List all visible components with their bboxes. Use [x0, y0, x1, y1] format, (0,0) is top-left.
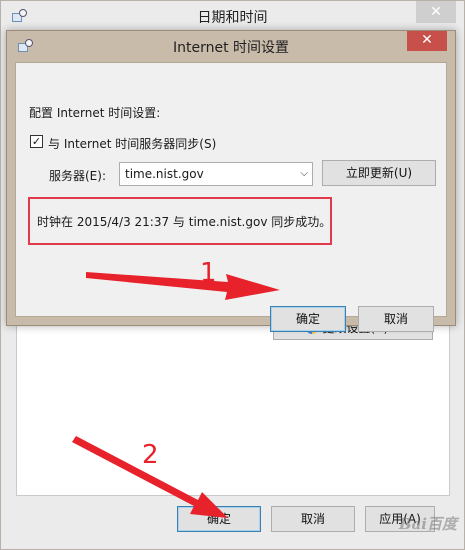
dialog-client-area: 配置 Internet 时间设置: ✓ 与 Internet 时间服务器同步(S… [15, 62, 447, 332]
sync-checkbox[interactable]: ✓ [30, 135, 43, 148]
dialog-ok-button[interactable]: 确定 [270, 306, 346, 332]
dialog-title: Internet 时间设置 [172, 40, 290, 56]
sync-checkbox-label: 与 Internet 时间服务器同步(S) [48, 137, 217, 151]
step-1-label: 1 [200, 258, 217, 288]
update-now-button[interactable]: 立即更新(U) [322, 160, 436, 186]
dialog-cancel-button[interactable]: 取消 [358, 306, 434, 332]
window-ok-button[interactable]: 确定 [177, 506, 261, 532]
close-icon[interactable]: ✕ [407, 31, 447, 51]
window-cancel-button[interactable]: 取消 [271, 506, 355, 532]
watermark: Bai百度 [398, 515, 457, 533]
window-titlebar: 日期和时间 ✕ [1, 1, 464, 33]
dialog-heading: 配置 Internet 时间设置: [29, 106, 161, 120]
dialog-titlebar: Internet 时间设置 ✕ [7, 31, 455, 61]
server-select[interactable]: time.nist.gov ⌵ [119, 162, 313, 186]
server-select-value: time.nist.gov [125, 167, 204, 181]
internet-time-dialog: Internet 时间设置 ✕ 配置 Internet 时间设置: ✓ 与 In… [6, 30, 456, 332]
chevron-down-icon: ⌵ [300, 168, 308, 179]
sync-status-message: 时钟在 2015/4/3 21:37 与 time.nist.gov 同步成功。 [37, 215, 332, 229]
server-label: 服务器(E): [49, 169, 106, 183]
window-title: 日期和时间 [197, 10, 268, 26]
step-2-label: 2 [142, 440, 159, 470]
close-icon[interactable]: ✕ [416, 1, 456, 23]
